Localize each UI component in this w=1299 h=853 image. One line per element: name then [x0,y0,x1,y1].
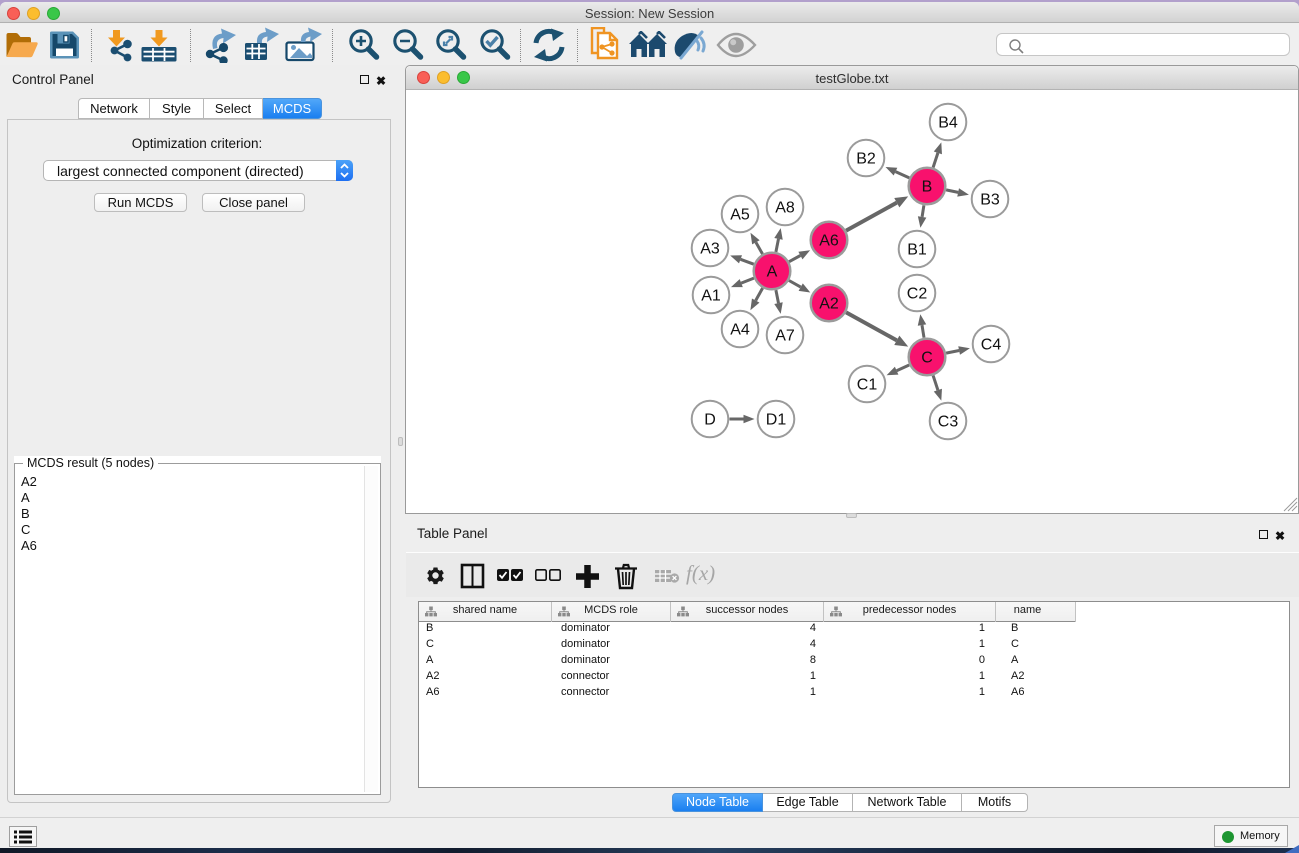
svg-text:A8: A8 [775,200,795,217]
svg-text:B3: B3 [980,192,1000,209]
svg-text:A1: A1 [701,288,721,305]
svg-text:A7: A7 [775,328,795,345]
svg-text:C: C [921,350,933,367]
svg-text:B4: B4 [938,115,958,132]
svg-text:A5: A5 [730,207,750,224]
svg-text:A3: A3 [700,241,720,258]
svg-text:A: A [767,264,778,281]
svg-text:B1: B1 [907,242,927,259]
svg-text:C4: C4 [981,337,1002,354]
svg-text:C1: C1 [857,377,878,394]
svg-text:D: D [704,412,716,429]
svg-text:B: B [922,179,933,196]
svg-text:C2: C2 [907,286,928,303]
svg-text:A6: A6 [819,233,839,250]
svg-text:A2: A2 [819,296,839,313]
svg-text:B2: B2 [856,151,876,168]
svg-text:D1: D1 [766,412,787,429]
svg-text:A4: A4 [730,322,750,339]
svg-text:C3: C3 [938,414,959,431]
